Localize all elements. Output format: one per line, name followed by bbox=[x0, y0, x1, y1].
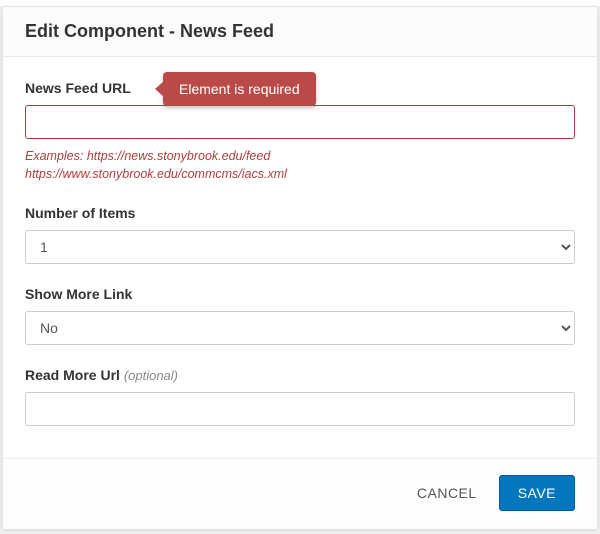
field-read-more-url: Read More Url (optional) bbox=[25, 367, 575, 426]
url-help-line1: Examples: https://news.stonybrook.edu/fe… bbox=[25, 149, 270, 163]
modal-body: News Feed URL Element is required Exampl… bbox=[3, 57, 597, 459]
url-label: News Feed URL bbox=[25, 80, 131, 96]
field-number-of-items: Number of Items 1 bbox=[25, 205, 575, 264]
edit-component-modal: Edit Component - News Feed News Feed URL… bbox=[2, 6, 598, 528]
modal-header: Edit Component - News Feed bbox=[3, 7, 597, 57]
news-feed-url-input[interactable] bbox=[25, 105, 575, 139]
url-label-row: News Feed URL Element is required bbox=[25, 80, 575, 96]
cancel-button[interactable]: CANCEL bbox=[413, 477, 481, 509]
num-items-select[interactable]: 1 bbox=[25, 230, 575, 264]
backdrop: Edit Component - News Feed News Feed URL… bbox=[0, 0, 600, 534]
num-items-label: Number of Items bbox=[25, 205, 575, 221]
modal-title: Edit Component - News Feed bbox=[25, 21, 575, 42]
show-more-label: Show More Link bbox=[25, 286, 575, 302]
optional-hint: (optional) bbox=[124, 368, 178, 383]
field-show-more-link: Show More Link No bbox=[25, 286, 575, 345]
show-more-select[interactable]: No bbox=[25, 311, 575, 345]
read-more-label: Read More Url (optional) bbox=[25, 367, 575, 383]
error-tooltip: Element is required bbox=[163, 72, 316, 106]
field-news-feed-url: News Feed URL Element is required Exampl… bbox=[25, 80, 575, 183]
read-more-label-text: Read More Url bbox=[25, 367, 124, 383]
save-button[interactable]: SAVE bbox=[499, 475, 575, 511]
read-more-url-input[interactable] bbox=[25, 392, 575, 426]
url-help-line2: https://www.stonybrook.edu/commcms/iacs.… bbox=[25, 167, 287, 181]
modal-footer: CANCEL SAVE bbox=[3, 459, 597, 529]
url-help-text: Examples: https://news.stonybrook.edu/fe… bbox=[25, 147, 575, 183]
